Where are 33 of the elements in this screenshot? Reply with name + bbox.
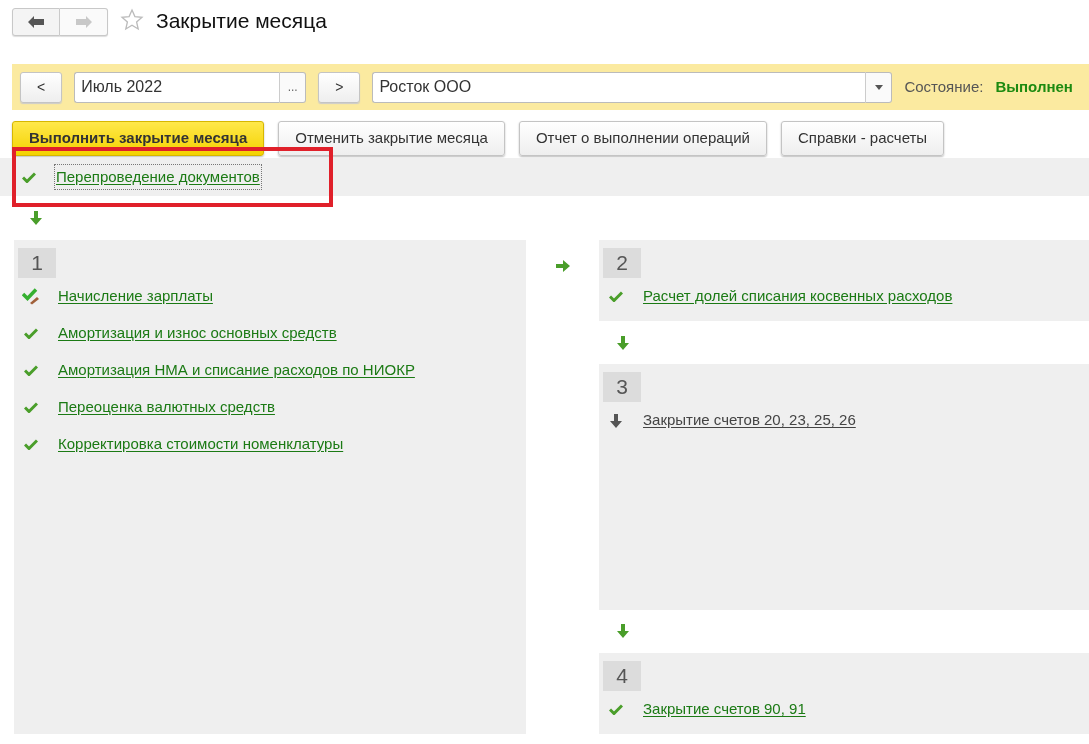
organization-field[interactable]: Росток ООО: [372, 71, 866, 103]
down-arrow-icon: [30, 211, 42, 225]
right-arrow-icon: [74, 15, 93, 29]
operation-link[interactable]: Закрытие счетов 90, 91: [643, 698, 806, 721]
previous-period-button[interactable]: <: [20, 71, 63, 103]
operation-link[interactable]: Амортизация и износ основных средств: [58, 322, 337, 345]
down-arrow-icon: [617, 624, 629, 639]
state-label: Состояние:: [904, 76, 984, 97]
period-field[interactable]: Июль 2022: [74, 71, 280, 103]
state-value: Выполнен: [995, 76, 1073, 97]
operation-link[interactable]: Начисление зарплаты: [58, 285, 213, 308]
left-arrow-icon: [27, 15, 45, 29]
stage-number: 1: [18, 248, 56, 278]
caret-icon: [874, 85, 883, 91]
action-button[interactable]: Справки - расчеты: [780, 121, 945, 156]
operation-link[interactable]: Расчет долей списания косвенных расходов: [643, 285, 953, 308]
action-button[interactable]: Отменить закрытие месяца: [278, 121, 505, 156]
stage-number: 2: [603, 248, 641, 278]
operation-link[interactable]: Закрытие счетов 20, 23, 25, 26: [643, 409, 856, 432]
down-arrow-icon: [617, 335, 629, 350]
operation-link[interactable]: Корректировка стоимости номенклатуры: [58, 433, 344, 456]
dropdown-button[interactable]: [865, 71, 893, 103]
choose-button[interactable]: ...: [279, 71, 307, 103]
operation-link[interactable]: Перепроведение документов: [56, 165, 260, 189]
stage-number: 3: [603, 372, 641, 403]
next-period-button[interactable]: >: [318, 71, 361, 103]
operation-link[interactable]: Амортизация НМА и списание расходов по НИОКР: [58, 359, 415, 382]
back-button[interactable]: [12, 8, 60, 36]
right-arrow-icon: [555, 260, 570, 272]
action-button[interactable]: Отчет о выполнении операций: [518, 121, 767, 156]
stage-number: 4: [603, 661, 641, 691]
window-title: Закрытие месяца: [156, 8, 327, 34]
operation-link[interactable]: Переоценка валютных средств: [58, 396, 275, 419]
